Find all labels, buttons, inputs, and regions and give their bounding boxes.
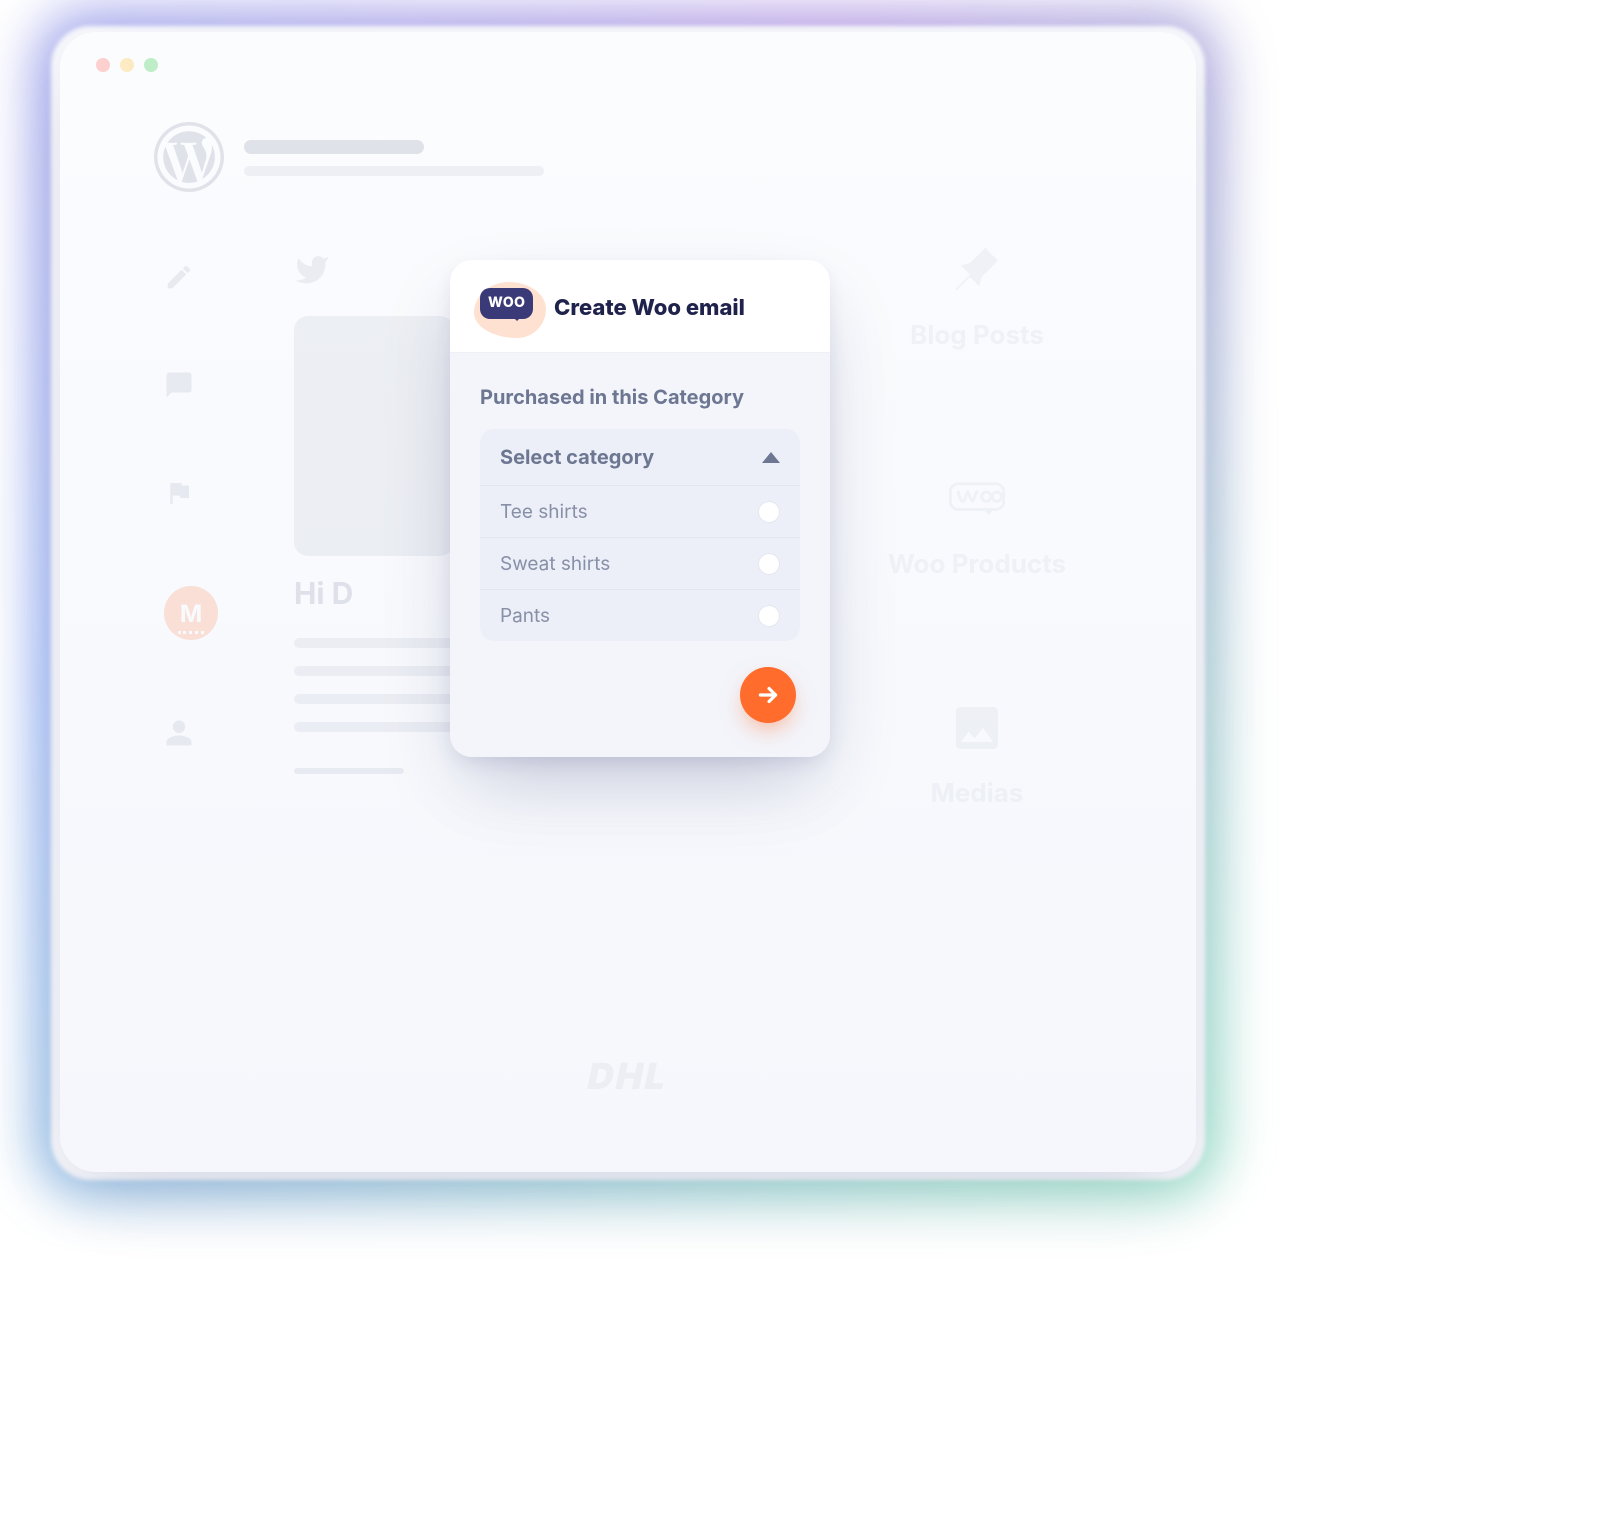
woo-logo-text: WOO [480,288,533,319]
minimize-dot-icon [120,58,134,72]
image-icon [949,700,1005,756]
pencil-icon [164,262,194,292]
right-palette: Blog Posts Woo Products Medias [832,242,1122,809]
create-woo-email-modal: WOO Create Woo email Purchased in this C… [450,260,830,757]
user-icon [164,718,194,748]
traffic-lights [96,58,158,72]
option-label: Pants [500,604,550,627]
flag-icon [164,478,194,508]
modal-body: Purchased in this Category Select catego… [450,353,830,757]
avatar-badge: M [164,586,218,640]
dropdown-placeholder: Select category [500,445,654,469]
palette-label: Woo Products [888,549,1066,580]
modal-header: WOO Create Woo email [450,260,830,353]
woo-logo-icon: WOO [480,288,538,328]
pin-icon [949,242,1005,298]
next-button[interactable] [740,667,796,723]
radio-icon [758,605,780,627]
arrow-right-icon [755,682,781,708]
wordpress-logo-icon [154,122,224,196]
modal-title: Create Woo email [554,295,745,321]
caret-up-icon [762,452,780,463]
skeleton-line [244,140,424,154]
skeleton-line [294,768,404,774]
palette-label: Medias [931,778,1024,809]
dhl-logo: DHL [584,1054,673,1098]
radio-icon [758,501,780,523]
sidebar-rail: M [164,262,218,748]
palette-item-medias: Medias [931,700,1024,809]
dropdown-option[interactable]: Tee shirts [480,485,800,537]
chat-icon [164,370,194,400]
woo-icon [949,471,1005,527]
radio-icon [758,553,780,575]
close-dot-icon [96,58,110,72]
fullscreen-dot-icon [144,58,158,72]
palette-label: Blog Posts [910,320,1044,351]
skeleton-image [294,316,454,556]
palette-item-woo-products: Woo Products [888,471,1066,580]
palette-item-blog-posts: Blog Posts [910,242,1044,351]
dropdown-option[interactable]: Sweat shirts [480,537,800,589]
skeleton-line [244,166,544,176]
section-label: Purchased in this Category [480,385,800,409]
avatar-letter: M [180,599,202,628]
category-dropdown[interactable]: Select category Tee shirts Sweat shirts … [480,429,800,641]
mock-browser-window: M Hi D Blog Posts [60,32,1196,1172]
option-label: Tee shirts [500,500,588,523]
option-label: Sweat shirts [500,552,610,575]
dropdown-option[interactable]: Pants [480,589,800,641]
twitter-icon [294,252,330,288]
dropdown-toggle[interactable]: Select category [480,429,800,485]
